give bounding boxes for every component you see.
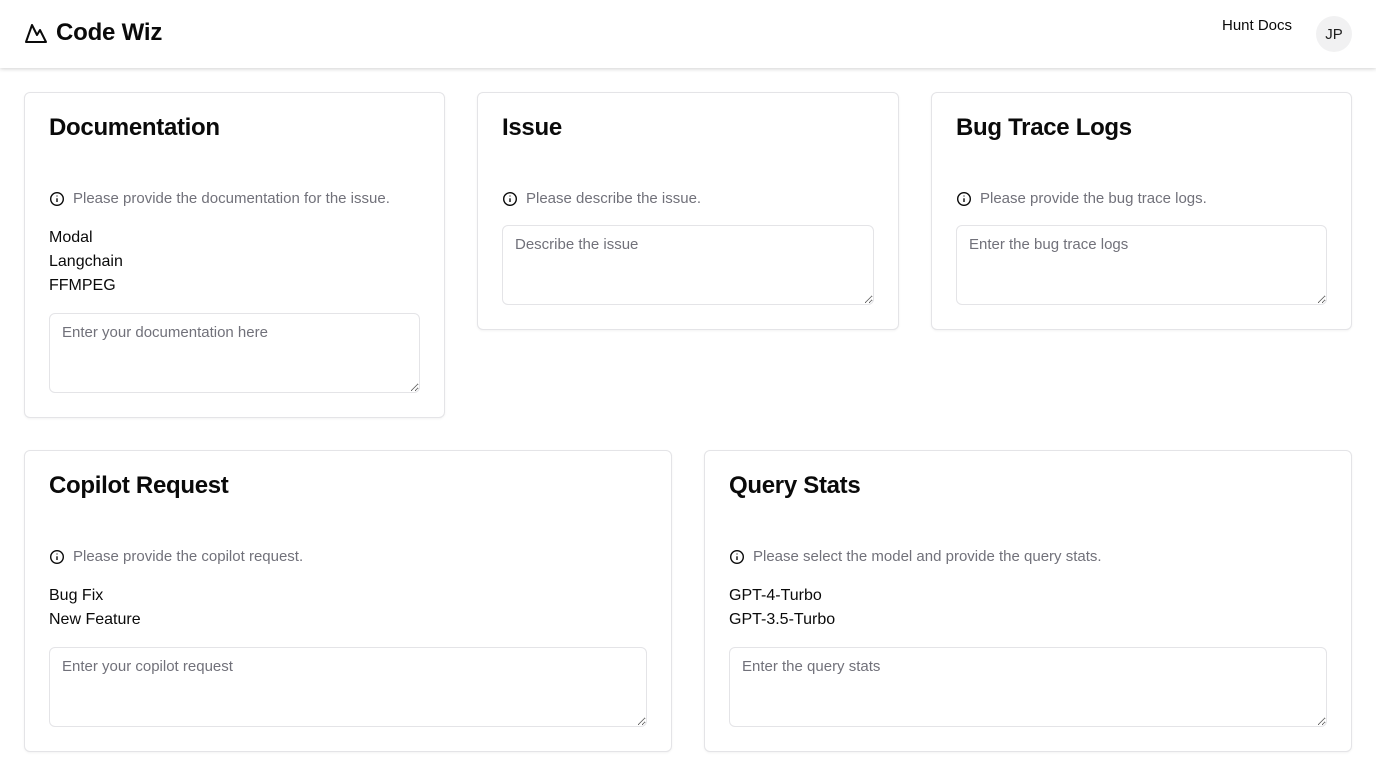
model-options: GPT-4-Turbo GPT-3.5-Turbo	[729, 584, 835, 632]
bug-trace-card: Bug Trace Logs Please provide the bug tr…	[931, 92, 1352, 330]
option-new-feature[interactable]: New Feature	[49, 608, 141, 632]
card-title: Copilot Request	[49, 472, 229, 499]
info-icon	[49, 191, 65, 206]
card-hint: Please describe the issue.	[502, 190, 701, 207]
card-hint: Please provide the documentation for the…	[49, 190, 390, 207]
documentation-card: Documentation Please provide the documen…	[24, 92, 445, 418]
card-hint: Please provide the copilot request.	[49, 548, 303, 565]
app-name: Code Wiz	[56, 19, 163, 46]
avatar-initials: JP	[1325, 25, 1343, 43]
info-icon	[729, 549, 745, 564]
option-gpt-4-turbo[interactable]: GPT-4-Turbo	[729, 584, 835, 608]
issue-card: Issue Please describe the issue.	[477, 92, 899, 330]
card-title: Documentation	[49, 114, 220, 141]
hint-text: Please provide the copilot request.	[73, 548, 304, 565]
mountain-icon	[25, 24, 47, 43]
option-bug-fix[interactable]: Bug Fix	[49, 584, 141, 608]
info-icon	[956, 191, 972, 206]
option-langchain[interactable]: Langchain	[49, 250, 123, 274]
card-title: Query Stats	[729, 472, 861, 499]
avatar[interactable]: JP	[1316, 16, 1352, 52]
option-gpt-3-5-turbo[interactable]: GPT-3.5-Turbo	[729, 608, 835, 632]
documentation-input[interactable]	[49, 313, 420, 393]
hint-text: Please provide the bug trace logs.	[980, 190, 1207, 207]
hint-text: Please select the model and provide the …	[753, 548, 1102, 565]
bug-trace-input[interactable]	[956, 225, 1327, 305]
query-stats-input[interactable]	[729, 647, 1327, 727]
documentation-options: Modal Langchain FFMPEG	[49, 226, 123, 298]
card-title: Bug Trace Logs	[956, 114, 1132, 141]
top-bar: Code Wiz Hunt Docs JP	[0, 0, 1376, 68]
card-hint: Please select the model and provide the …	[729, 548, 1102, 565]
option-modal[interactable]: Modal	[49, 226, 123, 250]
card-title: Issue	[502, 114, 562, 141]
info-icon	[49, 549, 65, 564]
card-hint: Please provide the bug trace logs.	[956, 190, 1207, 207]
hint-text: Please provide the documentation for the…	[73, 190, 390, 207]
brand[interactable]: Code Wiz	[24, 19, 162, 47]
issue-input[interactable]	[502, 225, 874, 305]
query-stats-card: Query Stats Please select the model and …	[704, 450, 1352, 752]
copilot-request-input[interactable]	[49, 647, 647, 727]
copilot-request-card: Copilot Request Please provide the copil…	[24, 450, 672, 752]
hint-text: Please describe the issue.	[526, 190, 702, 207]
option-ffmpeg[interactable]: FFMPEG	[49, 274, 123, 298]
copilot-options: Bug Fix New Feature	[49, 584, 141, 632]
info-icon	[502, 191, 518, 206]
hunt-docs-link[interactable]: Hunt Docs	[1222, 17, 1292, 34]
